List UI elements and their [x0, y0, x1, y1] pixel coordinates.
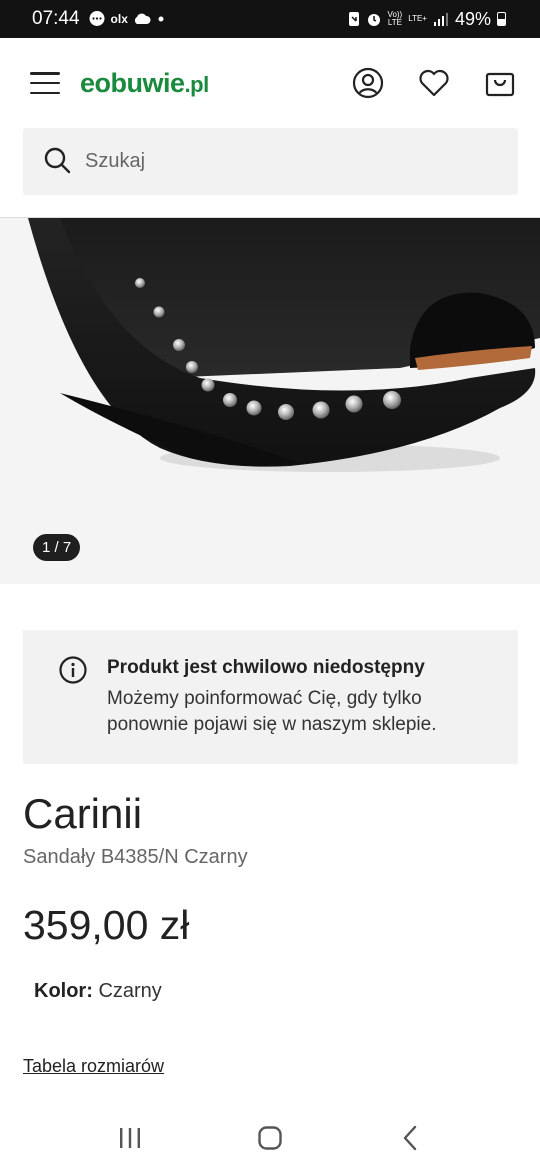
color-row: Kolor: Czarny [34, 980, 162, 1003]
dot-icon [156, 14, 166, 24]
availability-notice: Produkt jest chwilowo niedostępny Możemy… [23, 630, 518, 764]
menu-icon[interactable] [30, 72, 60, 94]
gallery-counter: 1 / 7 [33, 534, 81, 561]
alarm-icon [366, 11, 382, 27]
product-brand[interactable]: Carinii [23, 790, 142, 838]
recents-icon[interactable] [110, 1118, 150, 1158]
status-time: 07:44 [32, 8, 80, 29]
notice-title: Produkt jest chwilowo niedostępny [107, 657, 425, 678]
account-icon[interactable] [352, 67, 384, 99]
battery-icon [497, 12, 506, 26]
color-label: Kolor: [34, 980, 93, 1002]
size-table-link[interactable]: Tabela rozmiarów [23, 1056, 164, 1077]
system-icons: Vo)) LTE LTE+ 49% [348, 9, 506, 30]
notification-icons: olx [88, 10, 166, 28]
olx-icon: olx [110, 12, 128, 26]
logo[interactable]: eobuwie.pl [80, 68, 209, 99]
nfc-icon [348, 11, 360, 27]
site-header: eobuwie.pl [0, 38, 540, 128]
signal-icon [433, 12, 449, 26]
search-bar[interactable] [23, 128, 518, 195]
network-type: LTE+ [408, 14, 427, 23]
search-icon [43, 146, 71, 178]
home-icon[interactable] [250, 1118, 290, 1158]
status-bar: 07:44 olx Vo)) LTE LTE+ 49% [0, 0, 540, 38]
notice-body: Możemy poinformować Cię, gdy tylko ponow… [107, 688, 437, 735]
cart-icon[interactable] [484, 67, 516, 99]
cloud-icon [133, 12, 151, 26]
battery-percent: 49% [454, 8, 491, 29]
heart-icon[interactable] [418, 67, 450, 99]
color-value: Czarny [98, 980, 162, 1002]
product-gallery[interactable]: 1 / 7 [0, 218, 540, 584]
chat-bubble-icon [88, 10, 106, 28]
search-input[interactable] [85, 150, 465, 173]
volte-icon: Vo)) LTE [387, 10, 403, 27]
product-price: 359,00 zł [23, 902, 190, 948]
product-image[interactable] [0, 218, 540, 584]
product-name: Sandały B4385/N Czarny [23, 846, 248, 868]
system-nav-bar [0, 1105, 540, 1170]
info-icon [59, 656, 87, 684]
back-icon[interactable] [390, 1118, 430, 1158]
